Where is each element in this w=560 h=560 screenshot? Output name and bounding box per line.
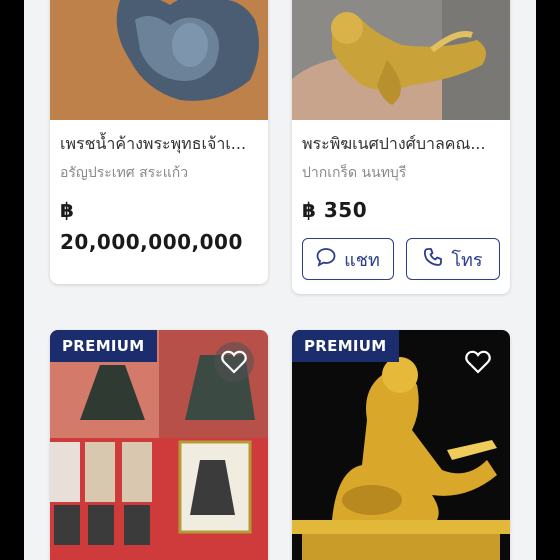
listing-card[interactable]: เพรชน้ำค้างพระพุทธเจ้าเ... อรัญประเทศ สร…: [50, 0, 268, 284]
chat-label: แชท: [344, 249, 380, 271]
listing-card[interactable]: พระพิฆเนศปางศ์บาลคณ... ปากเกร็ด นนทบุรี …: [292, 0, 510, 294]
listing-card[interactable]: PREMIUM: [292, 330, 510, 560]
call-button[interactable]: โทร: [406, 238, 500, 280]
heart-icon[interactable]: [214, 342, 254, 382]
listing-price: ฿ 350: [302, 198, 368, 222]
listing-photo[interactable]: [292, 0, 510, 120]
listing-location: ปากเกร็ด นนทบุรี: [302, 165, 407, 181]
currency-symbol: ฿: [60, 198, 74, 222]
listing-price: 20,000,000,000: [60, 230, 243, 254]
listings-feed[interactable]: เพรชน้ำค้างพระพุทธเจ้าเ... อรัญประเทศ สร…: [24, 0, 536, 560]
listing-card[interactable]: PREMIUM: [50, 330, 268, 560]
premium-badge: PREMIUM: [292, 330, 399, 362]
listing-title[interactable]: เพรชน้ำค้างพระพุทธเจ้าเ...: [60, 132, 260, 157]
phone-icon: [423, 247, 443, 272]
chat-button[interactable]: แชท: [302, 238, 394, 280]
heart-icon[interactable]: [458, 342, 498, 382]
listing-title[interactable]: พระพิฆเนศปางศ์บาลคณ...: [302, 132, 502, 157]
chat-bubble-icon: [316, 247, 336, 272]
listing-photo[interactable]: [50, 0, 268, 120]
premium-badge: PREMIUM: [50, 330, 157, 362]
call-label: โทร: [451, 249, 483, 271]
listing-location: อรัญประเทศ สระแก้ว: [60, 165, 189, 181]
